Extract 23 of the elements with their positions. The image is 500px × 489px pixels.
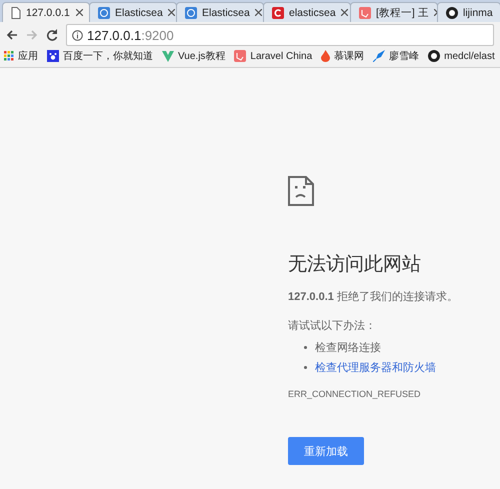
address-field[interactable]: 127.0.0.1:9200 — [66, 24, 494, 46]
bookmark-link[interactable]: medcl/elast — [444, 50, 495, 62]
browser-tab[interactable]: Elasticsea — [89, 2, 177, 22]
bookmark-link[interactable]: 应用 — [18, 49, 38, 63]
bookmark-link[interactable]: 廖雪峰 — [389, 49, 420, 63]
error-code: ERR_CONNECTION_REFUSED — [288, 389, 422, 399]
bookmark-link[interactable]: 慕课网 — [334, 49, 364, 63]
reload-button[interactable]: 重新加载 — [288, 437, 364, 465]
browser-tab[interactable]: elasticsea — [263, 2, 351, 22]
suggestion-text: 检查网络连接 — [315, 340, 381, 355]
error-message: 127.0.0.1 拒绝了我们的连接请求。 — [288, 290, 459, 304]
suggestion-link[interactable]: 检查代理服务器和防火墙 — [315, 360, 436, 375]
suggestions-heading: 请试试以下办法： — [288, 319, 377, 333]
browser-tab[interactable]: Elasticsea — [176, 2, 264, 22]
bookmark-link[interactable]: Laravel China — [250, 50, 312, 62]
browser-tab[interactable]: lijinma — [437, 2, 500, 22]
error-title: 无法访问此网站 — [288, 253, 422, 277]
url-port: :9200 — [141, 28, 174, 42]
browser-tab[interactable]: 127.0.0.1 — [2, 2, 90, 22]
bookmark-link[interactable]: Vue.js教程 — [178, 49, 226, 63]
browser-tab[interactable]: [教程一] 王 — [350, 2, 438, 22]
bookmark-link[interactable]: 百度一下，你就知道 — [63, 49, 153, 63]
url-host: 127.0.0.1 — [87, 28, 142, 42]
